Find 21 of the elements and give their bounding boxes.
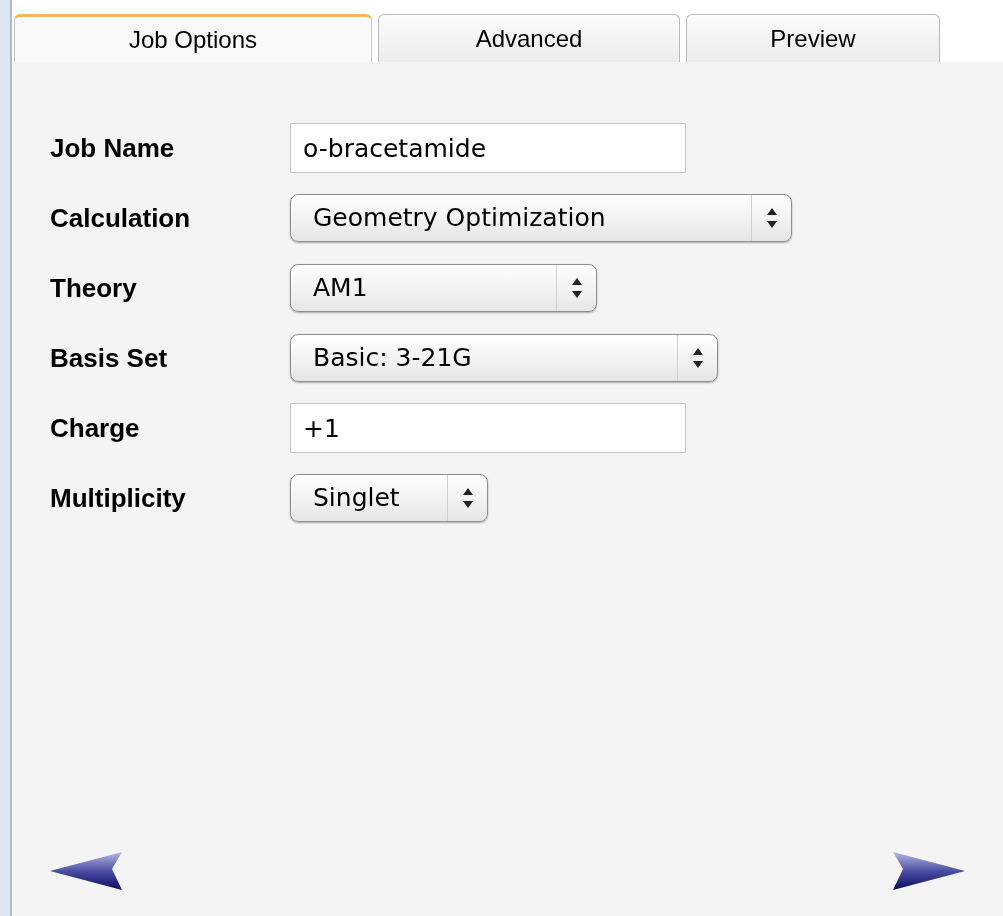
up-down-arrows-icon [462, 488, 473, 508]
up-down-arrows-icon [766, 208, 777, 228]
up-down-arrows-icon [571, 278, 582, 298]
dropdown[interactable]: Singlet [290, 474, 488, 522]
field-label: Basis Set [50, 341, 169, 375]
field-label: Theory [50, 271, 138, 305]
input-field[interactable]: +1 [290, 403, 686, 453]
tab[interactable]: Preview [686, 14, 940, 62]
field-label: Multiplicity [50, 481, 187, 515]
field-label: Calculation [50, 201, 192, 235]
dropdown[interactable]: Basic: 3-21G [290, 334, 718, 382]
input-field[interactable]: o-bracetamide [290, 123, 686, 173]
up-down-arrows-icon [692, 348, 703, 368]
dropdown[interactable]: Geometry Optimization [290, 194, 792, 242]
forward-arrow-icon[interactable] [893, 852, 965, 890]
field-label: Charge [50, 411, 141, 445]
tab[interactable]: Job Options [14, 14, 372, 62]
back-arrow-icon[interactable] [50, 852, 122, 890]
dropdown[interactable]: AM1 [290, 264, 597, 312]
field-label: Job Name [50, 131, 176, 165]
tab[interactable]: Advanced [378, 14, 680, 62]
